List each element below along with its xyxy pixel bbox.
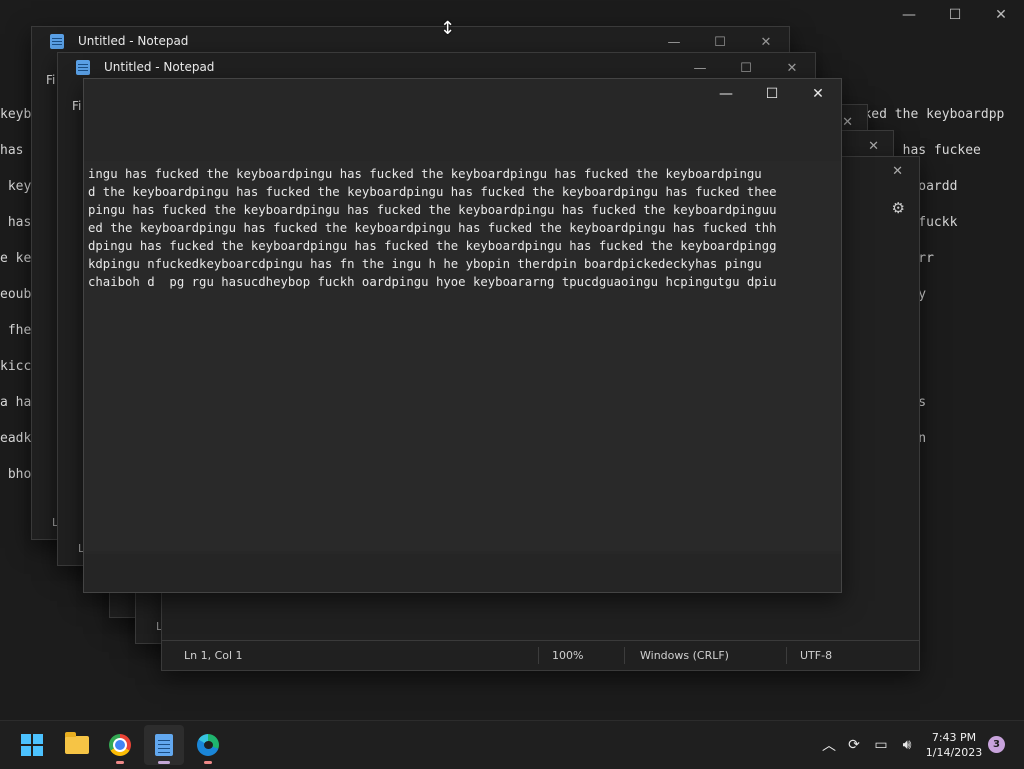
maximize-icon[interactable]: ☐ bbox=[749, 79, 795, 109]
bg-close-icon[interactable]: ✕ bbox=[978, 0, 1024, 30]
bg-minimize-icon[interactable]: — bbox=[886, 0, 932, 30]
bg-line: eoub bbox=[0, 287, 31, 302]
status-separator bbox=[538, 647, 539, 664]
window-header[interactable]: — ☐ ✕ bbox=[84, 79, 841, 159]
start-button[interactable] bbox=[12, 725, 52, 765]
running-indicator bbox=[116, 761, 124, 764]
bg-maximize-icon[interactable]: ☐ bbox=[932, 0, 978, 30]
notepad-taskbar-button[interactable] bbox=[144, 725, 184, 765]
editor-line: ingu has fucked the keyboardpingu has fu… bbox=[88, 167, 762, 181]
bg-line: has bbox=[0, 143, 24, 158]
editor-line: ed the keyboardpingu has fucked the keyb… bbox=[88, 221, 777, 235]
chevron-up-icon[interactable]: ︿ bbox=[820, 721, 838, 769]
bg-line: fhe bbox=[0, 323, 31, 338]
clock-date: 1/14/2023 bbox=[925, 746, 983, 759]
bg-line: e ke bbox=[0, 251, 31, 266]
file-menu[interactable]: Fi bbox=[72, 99, 81, 113]
settings-gear-icon[interactable]: ⚙ bbox=[892, 199, 905, 217]
bg-line: a ha bbox=[0, 395, 31, 410]
status-zoom[interactable]: 100% bbox=[552, 649, 583, 662]
notepad-icon bbox=[76, 60, 90, 75]
bg-line: key bbox=[0, 179, 31, 194]
editor-line: pingu has fucked the keyboardpingu has f… bbox=[88, 203, 777, 217]
edge-button[interactable] bbox=[188, 725, 228, 765]
taskbar: ︿ ⟳ ▭ 🔊︎ 7:43 PM 1/14/2023 3 bbox=[0, 720, 1024, 769]
clock-time: 7:43 PM bbox=[931, 731, 977, 744]
close-icon[interactable]: ✕ bbox=[868, 139, 879, 154]
active-indicator bbox=[158, 761, 170, 764]
background-window-controls: — ☐ ✕ bbox=[886, 0, 1024, 30]
volume-icon[interactable]: 🔊︎ bbox=[896, 721, 918, 769]
window-controls: — ☐ ✕ bbox=[703, 79, 841, 109]
network-icon[interactable]: ▭ bbox=[870, 721, 892, 769]
bg-line: keyb bbox=[0, 107, 31, 122]
status-separator bbox=[786, 647, 787, 664]
close-icon[interactable]: ✕ bbox=[892, 164, 903, 179]
status-bar: Ln 1, Col 1 100% Windows (CRLF) UTF-8 bbox=[161, 640, 920, 671]
editor-line: dpingu has fucked the keyboardpingu has … bbox=[88, 239, 777, 253]
active-notepad-window[interactable]: — ☐ ✕ ingu has fucked the keyboardpingu … bbox=[83, 78, 842, 593]
close-icon[interactable]: ✕ bbox=[842, 115, 853, 130]
notepad-icon bbox=[155, 734, 173, 756]
editor-line: chaiboh d pg rgu hasucdheybop fuckh oard… bbox=[88, 275, 777, 289]
editor-content[interactable]: ingu has fucked the keyboardpingu has fu… bbox=[84, 161, 841, 291]
status-line-ending: Windows (CRLF) bbox=[640, 649, 729, 662]
file-explorer-button[interactable] bbox=[57, 725, 97, 765]
status-encoding: UTF-8 bbox=[800, 649, 833, 662]
windows-start-icon bbox=[21, 734, 43, 756]
bg-line: has bbox=[0, 215, 31, 230]
close-icon[interactable]: ✕ bbox=[795, 79, 841, 109]
status-position: Ln 1, Col 1 bbox=[184, 649, 243, 662]
chrome-icon bbox=[109, 734, 131, 756]
bg-line: eadk bbox=[0, 431, 31, 446]
background-text-left: keyb has key has e ke eoub fhe kicc a ha… bbox=[0, 88, 31, 502]
editor-line: d the keyboardpingu has fucked the keybo… bbox=[88, 185, 777, 199]
resize-cursor-icon: ↕ bbox=[440, 18, 456, 39]
folder-icon bbox=[65, 732, 89, 754]
clock[interactable]: 7:43 PM 1/14/2023 bbox=[922, 730, 986, 760]
sync-icon[interactable]: ⟳ bbox=[843, 721, 865, 769]
notepad-icon bbox=[50, 34, 64, 49]
file-menu[interactable]: Fi bbox=[46, 73, 55, 87]
text-editor[interactable]: ingu has fucked the keyboardpingu has fu… bbox=[84, 161, 841, 551]
minimize-icon[interactable]: — bbox=[703, 79, 749, 109]
bg-line: bho bbox=[0, 467, 31, 482]
window-footer bbox=[84, 554, 841, 592]
window-title: Untitled - Notepad bbox=[104, 60, 215, 74]
running-indicator bbox=[204, 761, 212, 764]
chrome-button[interactable] bbox=[100, 725, 140, 765]
notification-badge[interactable]: 3 bbox=[988, 736, 1005, 753]
status-separator bbox=[624, 647, 625, 664]
edge-icon bbox=[197, 734, 219, 756]
editor-line: kdpingu nfuckedkeyboarcdpingu has fn the… bbox=[88, 257, 762, 271]
window-title: Untitled - Notepad bbox=[78, 34, 189, 48]
bg-line: kicc bbox=[0, 359, 31, 374]
